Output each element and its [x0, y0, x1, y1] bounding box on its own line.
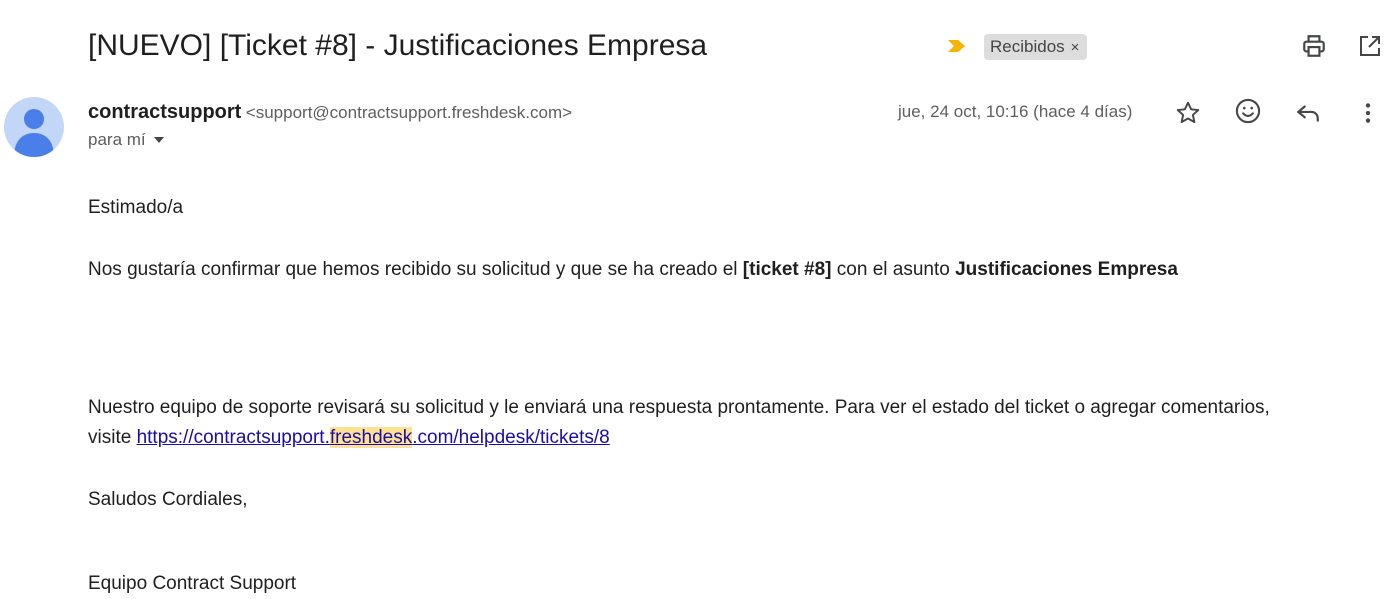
- email-subject: [NUEVO] [Ticket #8] - Justificaciones Em…: [88, 29, 708, 62]
- email-confirmation-paragraph: Nos gustaría confirmar que hemos recibid…: [88, 255, 1178, 285]
- recipient-details-toggle[interactable]: para mí: [88, 130, 164, 150]
- review-line-1: Nuestro equipo de soporte revisará su so…: [88, 397, 1270, 418]
- print-icon: [1303, 35, 1325, 57]
- sender-avatar[interactable]: [4, 97, 64, 157]
- ticket-subject: Justificaciones Empresa: [955, 259, 1178, 280]
- label-chip-text: Recibidos: [990, 37, 1065, 56]
- confirm-mid-text: con el asunto: [831, 259, 956, 280]
- email-signature: Equipo Contract Support: [88, 573, 297, 594]
- person-avatar-icon: [14, 109, 54, 157]
- recipient-text: para mí: [88, 130, 146, 149]
- open-in-new-window-icon: [1360, 36, 1380, 56]
- confirm-text: Nos gustaría confirmar que hemos recibid…: [88, 259, 743, 280]
- link-part-2: .com/helpdesk/tickets/8: [412, 427, 610, 448]
- ticket-link[interactable]: https://contractsupport.freshdesk.com/he…: [137, 427, 610, 448]
- emoji-icon: [1235, 98, 1261, 124]
- review-line-2: visite https://contractsupport.freshdesk…: [88, 423, 1270, 453]
- add-reaction-button[interactable]: [1232, 95, 1264, 127]
- link-part-1: https://contractsupport.: [136, 427, 330, 448]
- email-greeting: Estimado/a: [88, 197, 184, 218]
- open-in-new-window-button[interactable]: [1354, 30, 1386, 62]
- sender-email: <support@contractsupport.freshdesk.com>: [245, 103, 573, 122]
- more-vert-icon: [1365, 103, 1371, 123]
- visit-text: visite: [88, 427, 137, 448]
- link-search-highlight: freshdesk: [329, 427, 413, 448]
- email-review-paragraph: Nuestro equipo de soporte revisará su so…: [88, 393, 1270, 453]
- ticket-reference: [ticket #8]: [742, 259, 832, 280]
- print-button[interactable]: [1298, 30, 1330, 62]
- remove-label-icon[interactable]: ×: [1071, 39, 1080, 56]
- more-options-button[interactable]: [1352, 97, 1384, 129]
- star-icon: [1176, 101, 1200, 124]
- reply-icon: [1297, 105, 1319, 122]
- reply-button[interactable]: [1292, 97, 1324, 129]
- importance-marker-icon[interactable]: [946, 38, 968, 54]
- email-closing: Saludos Cordiales,: [88, 489, 248, 510]
- star-button[interactable]: [1172, 97, 1204, 129]
- message-date: jue, 24 oct, 10:16 (hace 4 días): [898, 102, 1133, 121]
- sender-name[interactable]: contractsupport: [88, 101, 241, 123]
- label-chip-inbox[interactable]: Recibidos ×: [984, 34, 1088, 60]
- sender-line: contractsupport <support@contractsupport…: [88, 98, 572, 128]
- chevron-down-icon: [153, 137, 164, 143]
